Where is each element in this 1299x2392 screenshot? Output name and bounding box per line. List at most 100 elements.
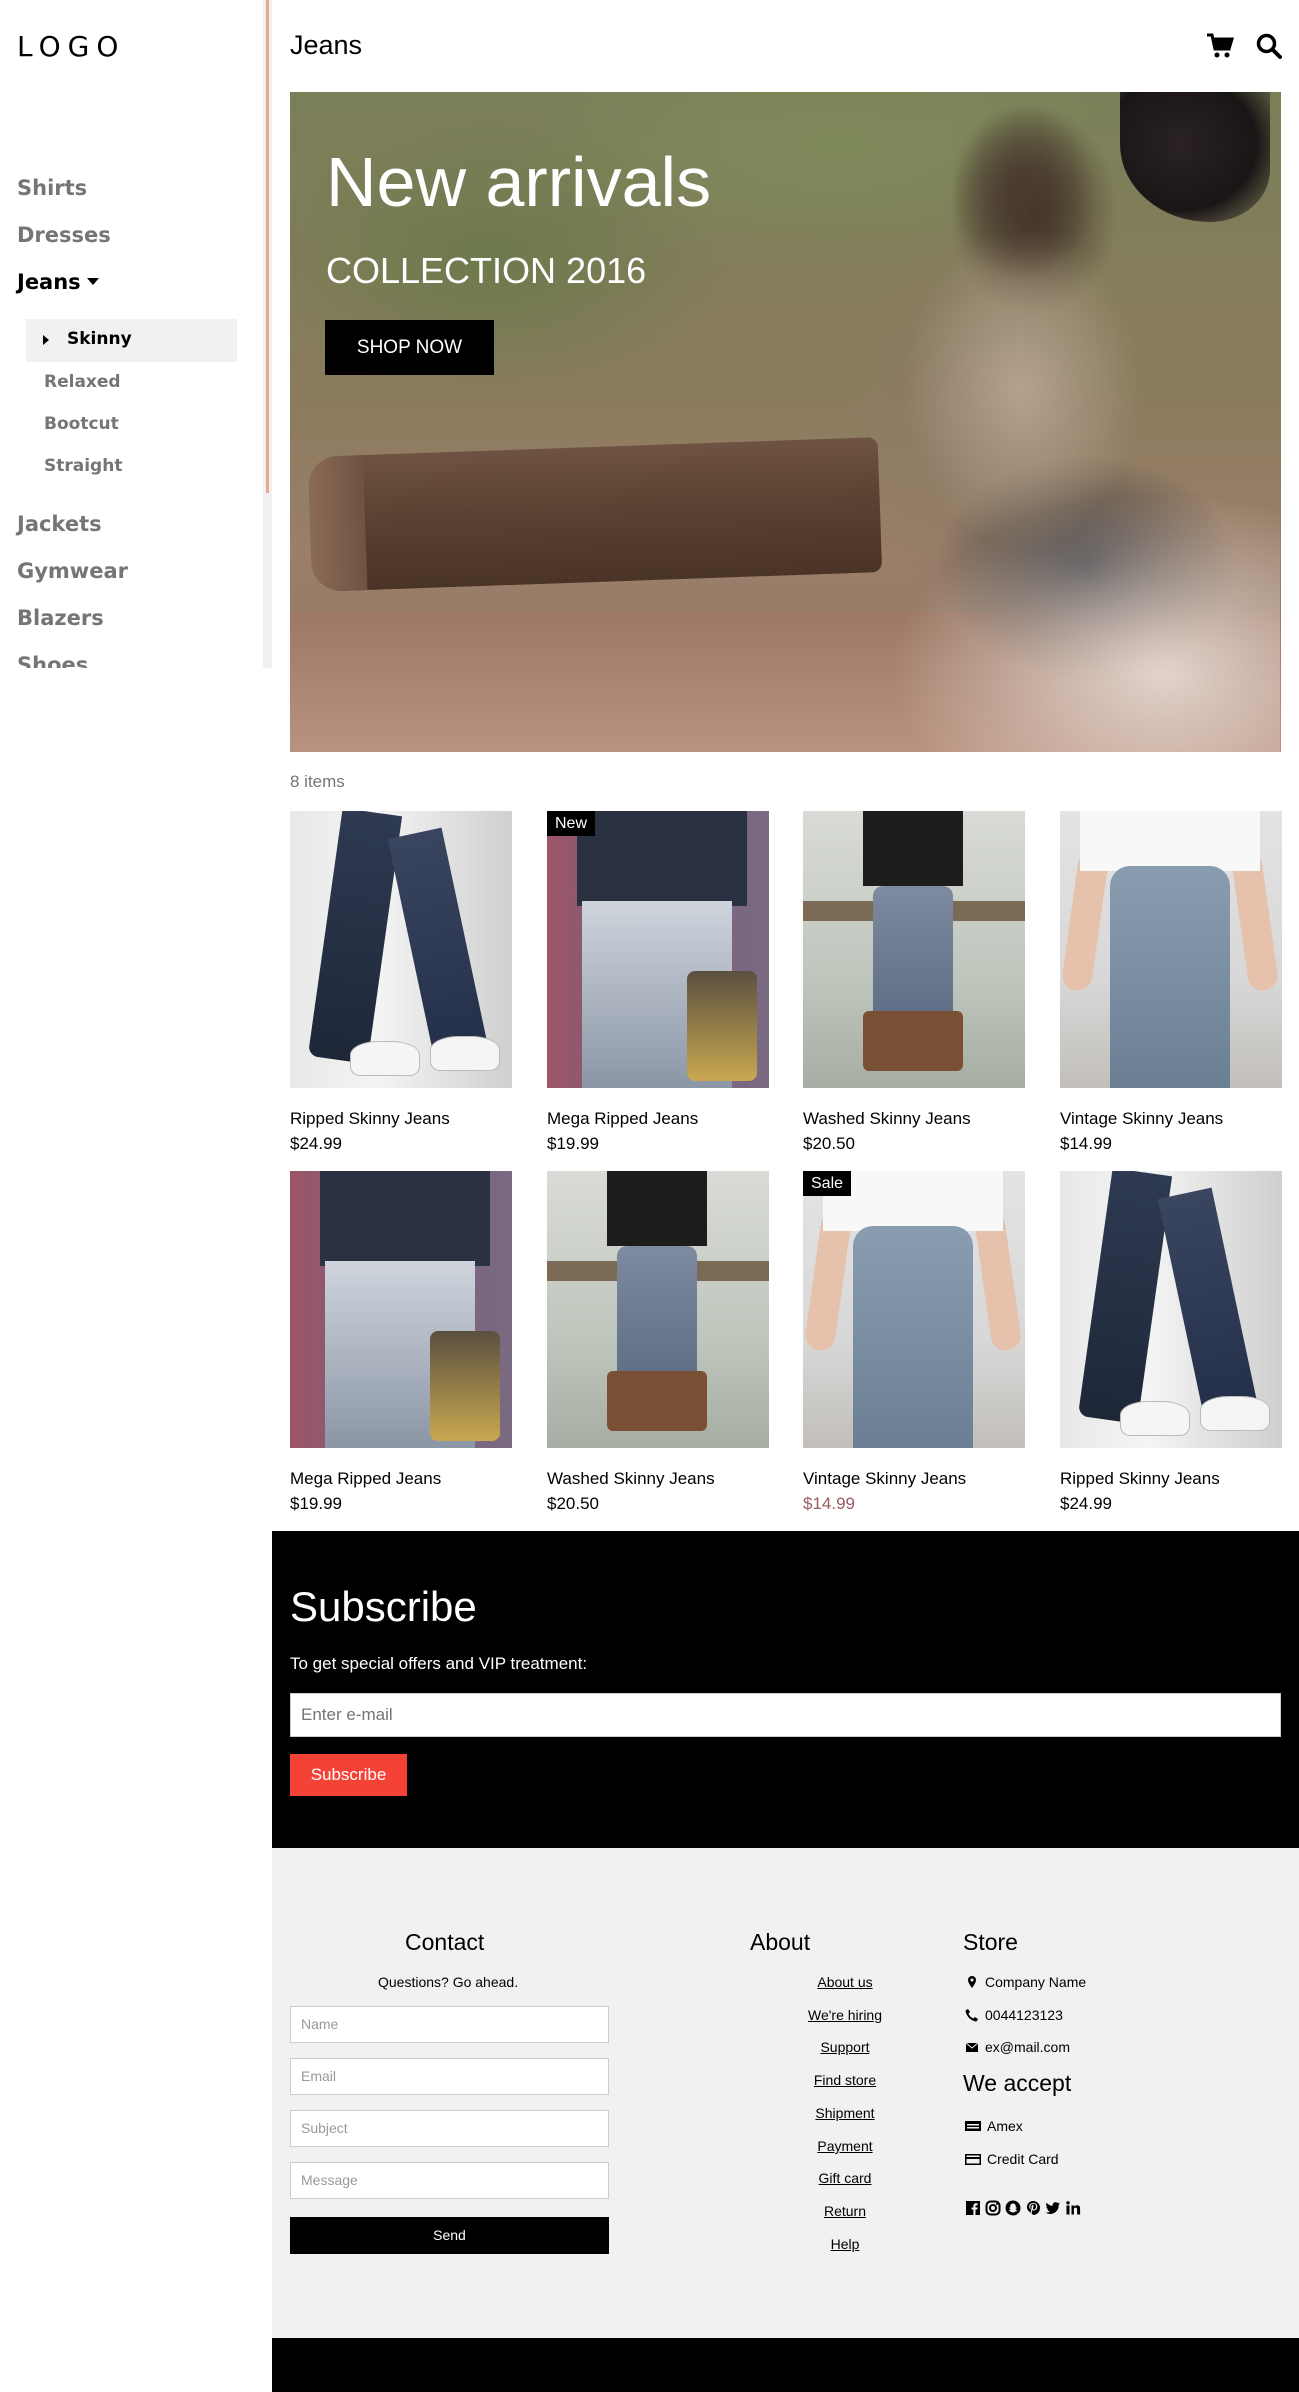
product-name[interactable]: Vintage Skinny Jeans (803, 1469, 966, 1489)
store-email-label: ex@mail.com (985, 2039, 1071, 2055)
envelope-icon (965, 2042, 979, 2052)
product-image[interactable] (547, 811, 769, 1088)
caret-down-icon (86, 277, 99, 285)
hero-dust (890, 492, 1280, 752)
phone-icon (965, 2009, 978, 2022)
sidebar-item-jeans[interactable]: Jeans (17, 270, 99, 294)
subnav-item-bootcut[interactable]: Bootcut (44, 414, 119, 434)
search-icon[interactable] (1255, 32, 1283, 60)
subnav-item-straight[interactable]: Straight (44, 456, 122, 476)
store-company: Company Name (965, 1974, 1086, 1990)
map-marker-icon (968, 1976, 976, 1988)
caret-right-icon (43, 335, 49, 345)
store-title: Store (963, 1929, 1018, 1955)
sidebar-item-gymwear[interactable]: Gymwear (17, 559, 128, 583)
cart-icon[interactable] (1206, 32, 1235, 60)
product-name[interactable]: Ripped Skinny Jeans (290, 1109, 450, 1129)
hero-subheading: COLLECTION 2016 (326, 250, 647, 291)
shop-now-button[interactable]: SHOP NOW (325, 320, 494, 375)
sale-badge: Sale (803, 1171, 852, 1196)
sidebar-clip: Shoes (0, 646, 263, 668)
product-name[interactable]: Washed Skinny Jeans (803, 1109, 971, 1129)
contact-subtitle: Questions? Go ahead. (378, 1974, 519, 1990)
sidebar-item-blazers[interactable]: Blazers (17, 606, 104, 630)
product-image[interactable] (290, 1171, 512, 1448)
instagram-icon[interactable] (985, 2200, 1001, 2216)
subscribe-button[interactable]: Subscribe (290, 1754, 407, 1796)
product-image[interactable] (290, 811, 512, 1088)
store-company-label: Company Name (985, 1974, 1087, 1990)
about-title: About (750, 1929, 811, 1955)
product-name[interactable]: Mega Ripped Jeans (547, 1109, 698, 1129)
sidebar-item-shoes[interactable]: Shoes (17, 653, 88, 668)
subscribe-section: Subscribe To get special offers and VIP … (272, 1531, 1299, 1848)
link-payment[interactable]: Payment (785, 2138, 905, 2154)
snapchat-icon[interactable] (1005, 2200, 1021, 2216)
product-image[interactable] (803, 811, 1025, 1088)
new-badge: New (547, 811, 596, 836)
subscribe-title: Subscribe (290, 1583, 477, 1630)
linkedin-icon[interactable] (1065, 2200, 1081, 2216)
hero-heading: New arrivals (326, 143, 712, 221)
contact-title: Contact (405, 1929, 485, 1955)
store-email: ex@mail.com (965, 2039, 1070, 2055)
link-were-hiring[interactable]: We're hiring (785, 2007, 905, 2023)
link-help[interactable]: Help (785, 2236, 905, 2252)
hero-log (307, 437, 883, 592)
product-price: $24.99 (290, 1134, 342, 1153)
we-accept-title: We accept (963, 2070, 1072, 2096)
send-button[interactable]: Send (290, 2217, 609, 2254)
product-name[interactable]: Ripped Skinny Jeans (1060, 1469, 1220, 1489)
product-price: $20.50 (547, 1494, 599, 1513)
social-links (965, 2200, 1081, 2216)
store-phone: 0044123123 (965, 2007, 1063, 2023)
payment-amex: Amex (965, 2118, 1023, 2134)
items-count: 8 items (290, 772, 345, 791)
product-name[interactable]: Vintage Skinny Jeans (1060, 1109, 1223, 1129)
email-field[interactable]: Email (290, 2058, 609, 2095)
product-price: $24.99 (1060, 1494, 1112, 1513)
hero-banner: New arrivals COLLECTION 2016 SHOP NOW (290, 92, 1281, 752)
product-price: $14.99 (1060, 1134, 1112, 1153)
subnav-item-relaxed[interactable]: Relaxed (44, 372, 121, 392)
sidebar-item-dresses[interactable]: Dresses (17, 223, 111, 247)
message-field[interactable]: Message (290, 2162, 609, 2199)
amex-icon (965, 2121, 981, 2131)
link-gift-card[interactable]: Gift card (785, 2170, 905, 2186)
pinterest-icon[interactable] (1025, 2200, 1041, 2216)
product-price: $19.99 (290, 1494, 342, 1513)
footer-bottom-bar (272, 2338, 1299, 2392)
subnav-item-skinny[interactable]: Skinny (26, 319, 237, 362)
sidebar-item-shirts[interactable]: Shirts (17, 176, 87, 200)
link-return[interactable]: Return (785, 2203, 905, 2219)
twitter-icon[interactable] (1045, 2200, 1061, 2216)
name-field[interactable]: Name (290, 2006, 609, 2043)
product-image[interactable] (547, 1171, 769, 1448)
link-support[interactable]: Support (785, 2039, 905, 2055)
payment-credit-card-label: Credit Card (987, 2151, 1059, 2167)
facebook-icon[interactable] (965, 2200, 981, 2216)
product-sale-price: $14.99 (803, 1494, 855, 1513)
product-image[interactable] (1060, 811, 1282, 1088)
product-image[interactable] (1060, 1171, 1282, 1448)
product-image[interactable] (803, 1171, 1025, 1448)
scrollbar-thumb[interactable] (266, 0, 269, 493)
product-price: $20.50 (803, 1134, 855, 1153)
sidebar-item-jackets[interactable]: Jackets (17, 512, 102, 536)
link-about-us[interactable]: About us (785, 1974, 905, 1990)
payment-amex-label: Amex (987, 2118, 1023, 2134)
email-input[interactable]: Enter e-mail (290, 1693, 1281, 1737)
store-phone-label: 0044123123 (985, 2007, 1063, 2023)
link-find-store[interactable]: Find store (785, 2072, 905, 2088)
product-price: $19.99 (547, 1134, 599, 1153)
sidebar-scrollbar[interactable] (263, 0, 272, 668)
product-name[interactable]: Mega Ripped Jeans (290, 1469, 441, 1489)
logo[interactable]: LOGO (17, 30, 125, 63)
sidebar: LOGO Shirts Dresses Jeans Skinny Relaxed… (0, 0, 272, 668)
subnav-item-label: Skinny (67, 329, 132, 349)
product-name[interactable]: Washed Skinny Jeans (547, 1469, 715, 1489)
subject-field[interactable]: Subject (290, 2110, 609, 2147)
payment-credit-card: Credit Card (965, 2151, 1059, 2167)
footer: Contact Questions? Go ahead. Name Email … (272, 1848, 1299, 2338)
link-shipment[interactable]: Shipment (785, 2105, 905, 2121)
